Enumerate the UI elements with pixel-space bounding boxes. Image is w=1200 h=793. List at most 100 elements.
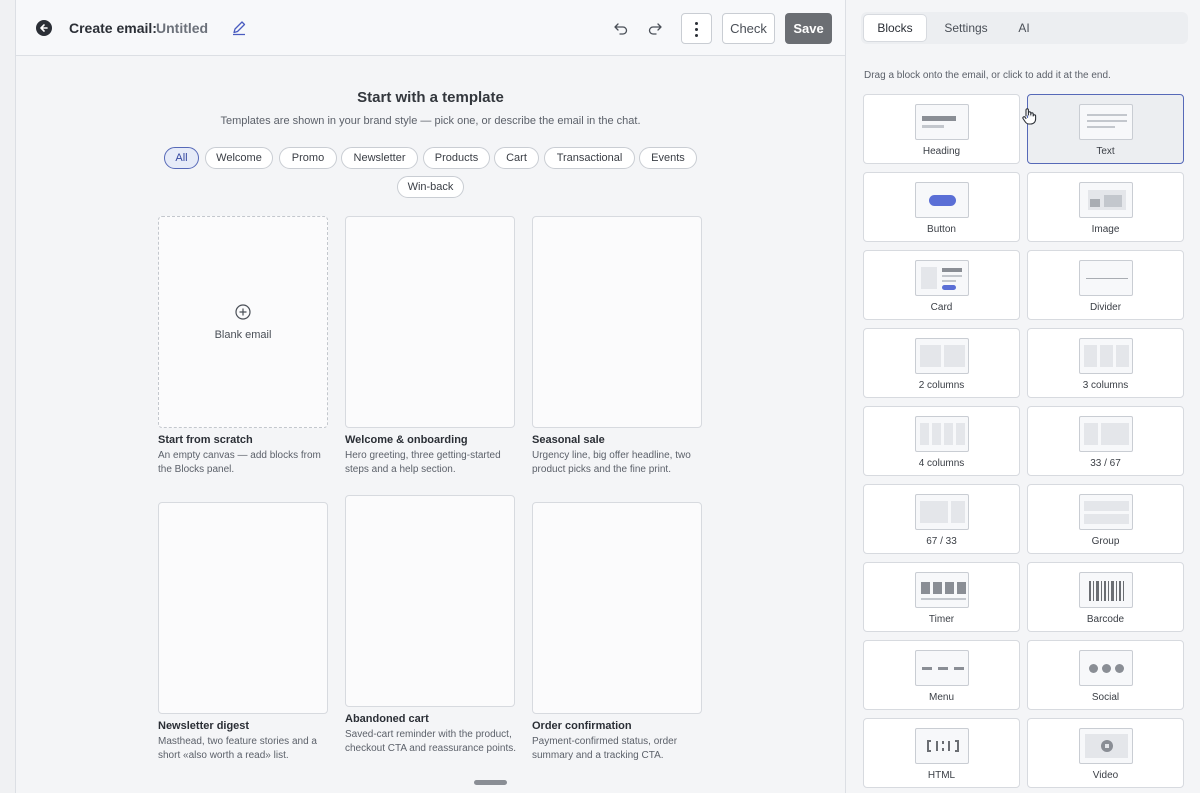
- block-label: HTML: [927, 770, 956, 781]
- gallery-subtitle: Templates are shown in your brand style …: [220, 115, 641, 127]
- gallery-title: Start with a template: [357, 89, 504, 106]
- template-name: Welcome & onboarding: [345, 434, 468, 446]
- columns-33-67-icon: [1079, 416, 1133, 452]
- check-button[interactable]: Check: [722, 13, 775, 44]
- block-label: Social: [1091, 692, 1120, 703]
- three-columns-icon: [1079, 338, 1133, 374]
- template-card-seasonal-sale[interactable]: [532, 216, 702, 428]
- block-label: Group: [1091, 536, 1120, 547]
- group-block-icon: [1079, 494, 1133, 530]
- block-label: Video: [1092, 770, 1119, 781]
- barcode-block-icon: [1079, 572, 1133, 608]
- block-label: 33 / 67: [1090, 458, 1121, 469]
- more-options-button[interactable]: [681, 13, 712, 44]
- block-label: Menu: [928, 692, 954, 703]
- image-block-icon: [1079, 182, 1133, 218]
- block-label: 3 columns: [1082, 380, 1129, 391]
- template-name: Abandoned cart: [345, 713, 429, 725]
- redo-icon[interactable]: [646, 19, 664, 37]
- block-image[interactable]: Image: [1027, 172, 1184, 242]
- block-button[interactable]: Button: [863, 172, 1020, 242]
- undo-icon[interactable]: [612, 19, 630, 37]
- block-barcode[interactable]: Barcode: [1027, 562, 1184, 632]
- tab-ai[interactable]: AI: [1007, 15, 1041, 41]
- block-label: 67 / 33: [926, 536, 957, 547]
- block-social[interactable]: Social: [1027, 640, 1184, 710]
- save-button[interactable]: Save: [785, 13, 832, 44]
- html-block-icon: [915, 728, 969, 764]
- template-description: Hero greeting, three getting-started ste…: [345, 450, 501, 475]
- template-card-newsletter[interactable]: [158, 502, 328, 714]
- block-label: Image: [1091, 224, 1120, 235]
- pencil-edit-icon[interactable]: [230, 19, 248, 37]
- timer-block-icon: [915, 572, 969, 608]
- block-label: 4 columns: [918, 458, 965, 469]
- filter-promo[interactable]: Promo: [279, 147, 337, 169]
- template-description: An empty canvas — add blocks from the Bl…: [158, 450, 321, 475]
- block-label: Button: [927, 224, 956, 235]
- panel-tab-bar: Blocks Settings AI: [861, 12, 1188, 44]
- block-label: Text: [1096, 146, 1115, 157]
- card-block-icon: [915, 260, 969, 296]
- block-label: 2 columns: [918, 380, 965, 391]
- block-heading[interactable]: Heading: [863, 94, 1020, 164]
- video-block-icon: [1079, 728, 1133, 764]
- block-label: Timer: [928, 614, 955, 625]
- template-description: Payment-confirmed status, order summary …: [532, 736, 678, 761]
- filter-cart[interactable]: Cart: [494, 147, 539, 169]
- email-name[interactable]: Untitled: [156, 20, 208, 36]
- button-block-icon: [915, 182, 969, 218]
- template-name: Seasonal sale: [532, 434, 605, 446]
- panel-hint: Drag a block onto the email, or click to…: [864, 70, 1111, 81]
- block-text[interactable]: Text: [1027, 94, 1184, 164]
- filter-win-back[interactable]: Win-back: [397, 176, 464, 198]
- plus-circle-icon: [235, 304, 251, 320]
- block-label: Barcode: [1086, 614, 1125, 625]
- tab-blocks[interactable]: Blocks: [864, 15, 926, 41]
- menu-block-icon: [915, 650, 969, 686]
- block-label: Divider: [1089, 302, 1122, 313]
- block-four-columns[interactable]: 4 columns: [863, 406, 1020, 476]
- heading-block-icon: [915, 104, 969, 140]
- block-group[interactable]: Group: [1027, 484, 1184, 554]
- page-title-label: Create email:: [69, 20, 157, 36]
- block-video[interactable]: Video: [1027, 718, 1184, 788]
- block-card[interactable]: Card: [863, 250, 1020, 320]
- block-menu[interactable]: Menu: [863, 640, 1020, 710]
- template-card-abandoned-cart[interactable]: [345, 495, 515, 707]
- filter-welcome[interactable]: Welcome: [205, 147, 273, 169]
- scroll-handle[interactable]: [474, 780, 507, 785]
- template-card-order-confirmation[interactable]: [532, 502, 702, 714]
- block-columns-33-67[interactable]: 33 / 67: [1027, 406, 1184, 476]
- template-name: Newsletter digest: [158, 720, 250, 732]
- template-gallery: Start with a template Templates are show…: [16, 56, 845, 793]
- block-columns-67-33[interactable]: 67 / 33: [863, 484, 1020, 554]
- tab-settings[interactable]: Settings: [929, 15, 1003, 41]
- filter-all[interactable]: All: [164, 147, 199, 169]
- left-edge-strip: [0, 0, 16, 793]
- template-description: Urgency line, big offer headline, two pr…: [532, 450, 691, 475]
- template-name: Start from scratch: [158, 434, 253, 446]
- back-arrow-icon[interactable]: [36, 20, 52, 36]
- block-timer[interactable]: Timer: [863, 562, 1020, 632]
- template-card-blank[interactable]: Blank email: [158, 216, 328, 428]
- columns-67-33-icon: [915, 494, 969, 530]
- block-two-columns[interactable]: 2 columns: [863, 328, 1020, 398]
- filter-products[interactable]: Products: [423, 147, 490, 169]
- block-three-columns[interactable]: 3 columns: [1027, 328, 1184, 398]
- hand-cursor-icon: [1022, 108, 1037, 125]
- dot-icon: [695, 22, 698, 25]
- dot-icon: [695, 28, 698, 31]
- two-columns-icon: [915, 338, 969, 374]
- template-name: Order confirmation: [532, 720, 632, 732]
- blank-email-label: Blank email: [214, 329, 272, 341]
- filter-transactional[interactable]: Transactional: [544, 147, 635, 169]
- filter-events[interactable]: Events: [639, 147, 697, 169]
- template-card-welcome[interactable]: [345, 216, 515, 428]
- social-block-icon: [1079, 650, 1133, 686]
- block-divider[interactable]: Divider: [1027, 250, 1184, 320]
- filter-newsletter[interactable]: Newsletter: [341, 147, 418, 169]
- block-html[interactable]: HTML: [863, 718, 1020, 788]
- template-description: Masthead, two feature stories and a shor…: [158, 736, 317, 761]
- block-label: Card: [930, 302, 953, 313]
